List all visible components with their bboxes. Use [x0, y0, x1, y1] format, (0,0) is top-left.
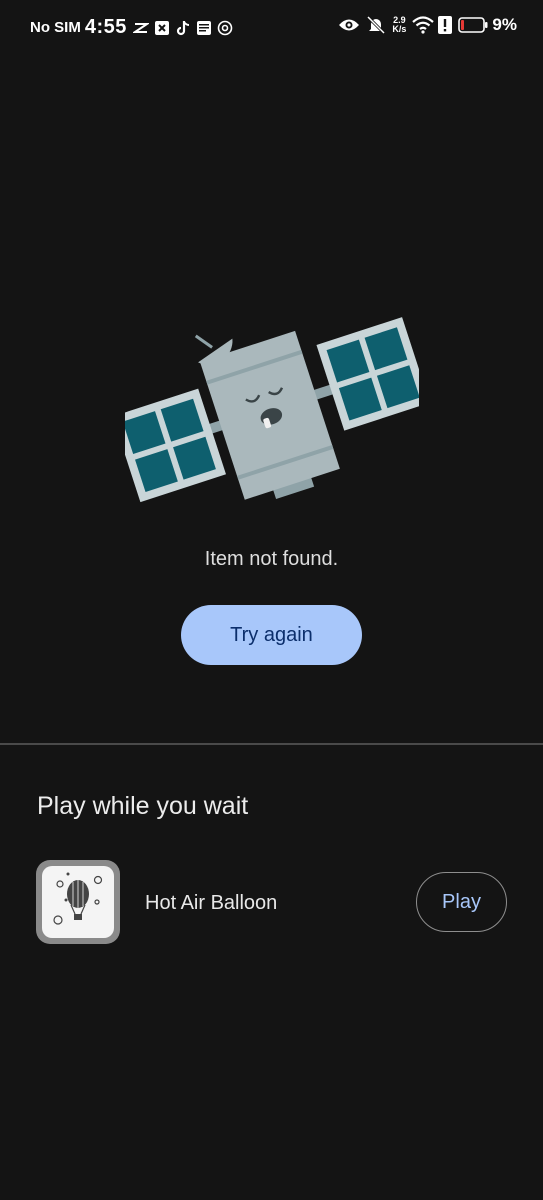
counter-icon	[217, 20, 233, 35]
mute-bell-icon	[367, 16, 386, 34]
left-solar-panel	[125, 388, 226, 503]
battery-icon	[458, 17, 488, 33]
right-solar-panel	[316, 317, 419, 431]
play-button[interactable]: Play	[416, 872, 507, 932]
game-thumbnail-screen	[42, 866, 114, 938]
app-icon	[154, 20, 169, 35]
game-title: Hot Air Balloon	[145, 892, 278, 914]
net-speed-unit: K/s	[392, 24, 407, 34]
error-message: Item not found.	[204, 548, 339, 570]
carrier-label: No SIM	[30, 19, 81, 36]
status-bar-right: 2.9 K/s 9%	[338, 15, 517, 35]
game-list-item[interactable]: Hot Air Balloon Play	[0, 860, 543, 946]
divider	[0, 743, 543, 745]
sleeping-satellite-illustration	[125, 317, 419, 503]
status-bar: No SIM 4:55 2.9 K/s 9%	[0, 0, 543, 56]
section-title: Play while you wait	[37, 792, 249, 820]
status-bar-left: No SIM 4:55	[30, 16, 238, 39]
wifi-icon	[412, 16, 435, 34]
notes-icon	[196, 20, 211, 35]
try-again-button[interactable]: Try again	[181, 605, 362, 665]
battery-percentage: 9%	[492, 15, 517, 34]
hot-air-balloon-icon	[53, 872, 103, 925]
clock: 4:55	[84, 16, 127, 38]
net-speed: 2.9 K/s	[392, 16, 406, 34]
eye-icon	[339, 19, 360, 31]
game-thumbnail[interactable]	[36, 860, 120, 944]
tiktok-icon	[176, 20, 189, 35]
capcut-icon	[132, 22, 149, 33]
alert-icon	[438, 16, 453, 34]
